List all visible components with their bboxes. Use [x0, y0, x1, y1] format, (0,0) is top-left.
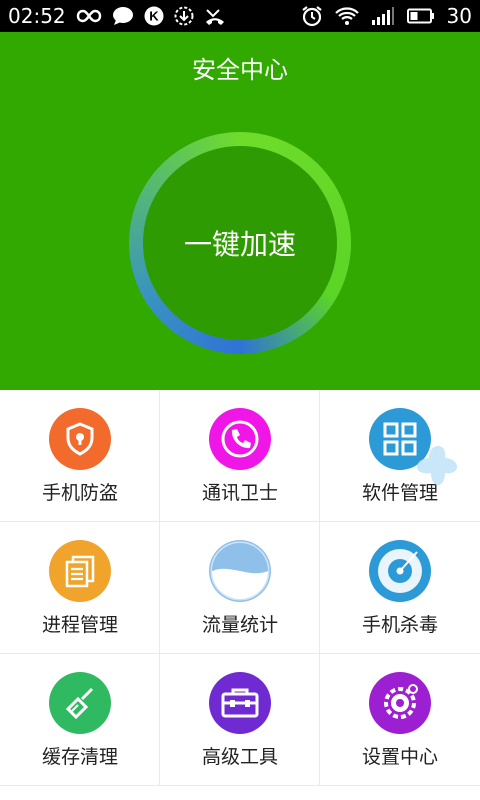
status-time: 02:52 — [8, 4, 66, 28]
speed-up-label: 一键加速 — [183, 228, 296, 261]
radar-icon — [369, 540, 431, 602]
svg-text:K: K — [149, 9, 159, 24]
feature-label: 高级工具 — [201, 746, 278, 768]
feature-advanced-tools[interactable]: 高级工具 — [160, 654, 320, 786]
feature-comm-guard[interactable]: 通讯卫士 — [160, 390, 320, 522]
toolbox-icon — [209, 672, 271, 734]
settings-icon — [369, 672, 431, 734]
page-title: 安全中心 — [192, 56, 288, 84]
feature-settings-center[interactable]: 设置中心 — [320, 654, 480, 786]
feature-anti-theft[interactable]: 手机防盗 — [0, 390, 160, 522]
feature-grid: 手机防盗 通讯卫士 软件管理 进程管理 流量统计 手机杀毒 缓存清理 高级工具 … — [0, 390, 480, 800]
phone-icon — [209, 408, 271, 470]
feature-label: 缓存清理 — [41, 746, 118, 768]
feature-label: 通讯卫士 — [201, 482, 278, 504]
brush-icon — [49, 672, 111, 734]
feature-process-manager[interactable]: 进程管理 — [0, 522, 160, 654]
floating-bubble-icon[interactable] — [414, 442, 462, 494]
signal-icon — [371, 6, 395, 26]
data-bowl-icon — [209, 540, 271, 602]
speed-up-button[interactable]: 一键加速 — [143, 146, 337, 340]
chat-bubble-icon — [112, 6, 134, 26]
feature-label: 进程管理 — [41, 614, 118, 636]
feature-label: 流量统计 — [201, 614, 278, 636]
feature-antivirus[interactable]: 手机杀毒 — [320, 522, 480, 654]
wifi-icon — [334, 6, 359, 26]
battery-level: 30 — [446, 4, 472, 28]
k-app-icon: K — [144, 6, 164, 26]
alarm-icon — [301, 5, 323, 27]
feature-label: 设置中心 — [361, 746, 438, 768]
documents-icon — [49, 540, 111, 602]
feature-label: 手机杀毒 — [361, 614, 438, 636]
speed-up-ring[interactable]: 一键加速 — [129, 132, 351, 354]
feature-label: 手机防盗 — [41, 482, 118, 504]
feature-cache-clean[interactable]: 缓存清理 — [0, 654, 160, 786]
feature-traffic-stats[interactable]: 流量统计 — [160, 522, 320, 654]
hero-panel: 安全中心 一键加速 — [0, 32, 480, 390]
shield-lock-icon — [49, 408, 111, 470]
battery-icon — [406, 8, 435, 24]
missed-call-icon — [204, 6, 226, 26]
infinity-icon — [76, 8, 102, 24]
download-icon — [174, 6, 194, 26]
status-bar: 02:52 K 30 — [0, 0, 480, 32]
